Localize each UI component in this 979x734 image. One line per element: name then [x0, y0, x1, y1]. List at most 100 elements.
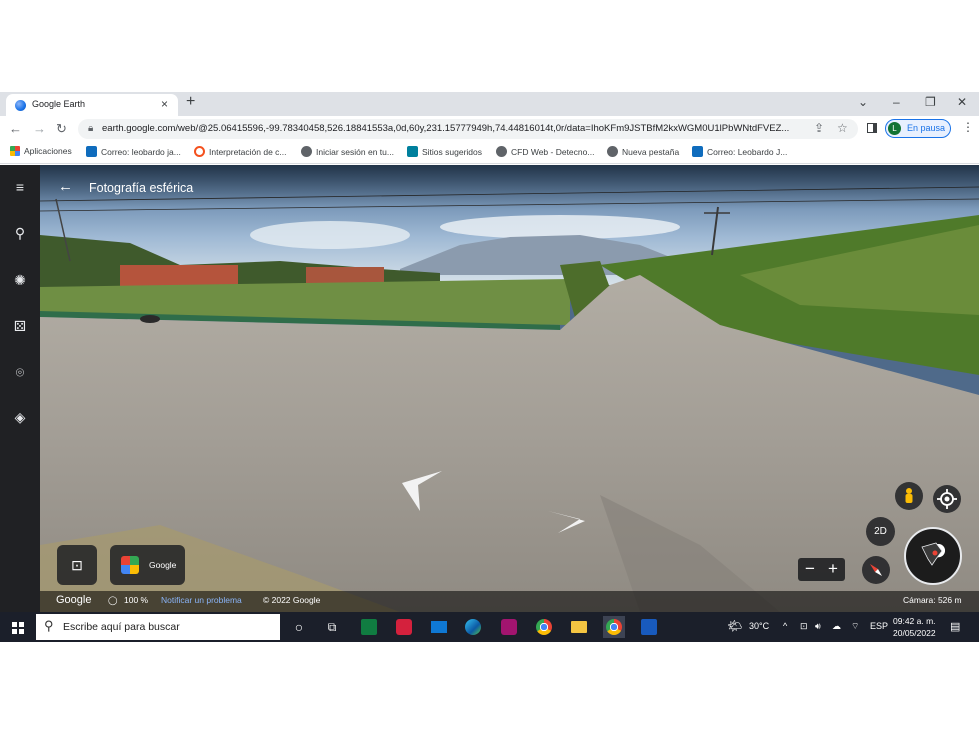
exit-photo-back-icon[interactable]: ← [58, 178, 73, 195]
tab-close-icon[interactable]: × [161, 97, 168, 111]
copyright-text: © 2022 Google [263, 595, 321, 605]
windows-start-icon[interactable] [12, 622, 24, 634]
tab-title: Google Earth [32, 99, 86, 109]
zoom-control: − + [798, 558, 845, 581]
file-explorer-icon[interactable] [568, 616, 590, 638]
chrome-active-icon[interactable] [603, 616, 625, 638]
capture-view-button[interactable]: ⊡ [57, 545, 97, 585]
more-menu-icon[interactable]: ⋮ [962, 120, 974, 134]
onedrive-icon[interactable]: ☁ [832, 621, 841, 632]
tab-google-earth[interactable]: Google Earth × [6, 94, 178, 116]
clock-time: 09:42 a. m. [893, 616, 936, 626]
google-logo: Google [56, 594, 92, 606]
map-style-icon[interactable]: ◈ [11, 408, 29, 426]
google-maps-card[interactable]: Google [110, 545, 185, 585]
cortana-icon[interactable]: ○ [288, 616, 310, 638]
mini-globe[interactable] [904, 527, 962, 585]
bookmarks-bar: Aplicaciones Correo: leobardo ja... Inte… [0, 142, 979, 164]
bookmark-nueva-pestana[interactable]: Nueva pestaña [607, 146, 679, 157]
pdf-app-icon[interactable] [393, 616, 415, 638]
search-icon[interactable]: ⚲ [11, 224, 29, 242]
bookmark-iniciar-sesion[interactable]: Iniciar sesión en tu... [301, 146, 394, 157]
google-maps-label: Google [149, 560, 177, 570]
windows-taskbar: ⚲ Escribe aquí para buscar ○ ⧉ 🌤︎ 30°C ^… [0, 612, 979, 642]
url-text[interactable]: earth.google.com/web/@25.06415596,-99.78… [102, 123, 792, 134]
apps-grid-icon [10, 146, 20, 156]
search-icon: ⚲ [44, 618, 54, 633]
minimize-icon[interactable]: – [893, 95, 900, 109]
feeling-lucky-icon[interactable]: ⚄ [11, 317, 29, 335]
google-earth-view: ≡ ⚲ ✺ ⚄ ⌾ ◈ ← Fotografía esférica ⊡ Goog… [0, 165, 979, 612]
side-panel-icon[interactable] [867, 123, 877, 133]
window-close-icon[interactable]: ✕ [957, 95, 967, 109]
projects-icon[interactable]: ⌾ [11, 363, 29, 381]
restore-icon[interactable]: ❐ [925, 95, 936, 109]
bookmark-cfd-web[interactable]: CFD Web - Detecno... [496, 146, 594, 157]
taskbar-search[interactable]: ⚲ Escribe aquí para buscar [36, 614, 280, 640]
weather-temperature[interactable]: 30°C [749, 621, 769, 631]
volume-icon[interactable]: 🔊︎ [815, 621, 821, 632]
bookmark-interpretacion[interactable]: Interpretación de c... [194, 146, 287, 157]
bookmark-correo-2[interactable]: Correo: Leobardo J... [692, 146, 787, 157]
my-location-icon [937, 489, 957, 509]
bing-icon [407, 146, 418, 157]
mail-icon[interactable] [428, 616, 450, 638]
progress-ring-icon: ◯ [108, 595, 118, 605]
input-language[interactable]: ESP [870, 621, 888, 631]
page-title: Fotografía esférica [89, 181, 194, 195]
tab-bar: Google Earth × + ⌄ – ❐ ✕ [0, 92, 979, 116]
toggle-2d-label: 2D [874, 526, 887, 537]
tab-search-chevron-icon[interactable]: ⌄ [858, 95, 868, 109]
globe-icon [607, 146, 618, 157]
bookmark-correo-1[interactable]: Correo: leobardo ja... [86, 146, 181, 157]
outlook-icon [86, 146, 97, 157]
tray-chevron-icon[interactable]: ^ [783, 621, 787, 631]
pegman-button[interactable] [895, 482, 923, 510]
reload-icon[interactable]: ↻ [56, 121, 67, 137]
profile-button[interactable]: L En pausa [885, 119, 951, 138]
ring-icon [194, 146, 205, 157]
back-icon[interactable]: ← [9, 121, 22, 136]
new-tab-icon[interactable]: + [186, 93, 195, 111]
forward-icon[interactable]: → [33, 121, 46, 136]
earth-sidebar: ≡ ⚲ ✺ ⚄ ⌾ ◈ [0, 165, 40, 612]
meet-now-icon[interactable]: ⊡ [800, 621, 808, 632]
camera-altitude: Cámara: 526 m [903, 595, 962, 605]
lock-icon[interactable]: 🔒︎ [88, 123, 93, 134]
weather-sun-icon[interactable]: 🌤︎ [727, 619, 742, 633]
avatar: L [888, 122, 901, 135]
zoom-percent: 100 % [124, 595, 149, 605]
outlook-icon [692, 146, 703, 157]
zoom-out-button[interactable]: − [799, 559, 821, 580]
share-icon[interactable]: ⇪ [814, 121, 824, 135]
pdf-app-2-icon[interactable] [498, 616, 520, 638]
globe-map-icon [921, 542, 943, 566]
bookmark-sitios-sugeridos[interactable]: Sitios sugeridos [407, 146, 482, 157]
chrome-icon[interactable] [533, 616, 555, 638]
google-earth-favicon-icon [15, 100, 26, 111]
excel-icon[interactable] [358, 616, 380, 638]
edge-icon[interactable] [462, 616, 484, 638]
browser-toolbar: ← → ↻ 🔒︎ earth.google.com/web/@25.064155… [0, 116, 979, 142]
capture-icon: ⊡ [71, 557, 83, 573]
compass-button[interactable] [862, 556, 890, 584]
bookmark-star-icon[interactable]: ☆ [837, 121, 848, 135]
word-icon[interactable] [638, 616, 660, 638]
voyager-icon[interactable]: ✺ [11, 271, 29, 289]
menu-icon[interactable]: ≡ [11, 178, 29, 196]
bookmark-aplicaciones[interactable]: Aplicaciones [10, 146, 72, 156]
pegman-icon [905, 488, 913, 503]
wifi-icon[interactable]: ⌔ [851, 621, 859, 632]
address-bar[interactable]: 🔒︎ earth.google.com/web/@25.06415596,-99… [78, 119, 858, 139]
task-view-icon[interactable]: ⧉ [321, 616, 343, 638]
notifications-icon[interactable]: ▤ [950, 620, 960, 633]
my-location-button[interactable] [933, 485, 961, 513]
report-problem-link[interactable]: Notificar un problema [161, 595, 242, 605]
taskbar-clock[interactable]: 09:42 a. m. 20/05/2022 [893, 615, 936, 639]
toggle-2d-button[interactable]: 2D [866, 517, 895, 546]
taskbar-search-placeholder: Escribe aquí para buscar [63, 621, 180, 633]
clock-date: 20/05/2022 [893, 628, 936, 638]
globe-icon [301, 146, 312, 157]
screen: Google Earth × + ⌄ – ❐ ✕ ← → ↻ 🔒︎ earth.… [0, 92, 979, 642]
zoom-in-button[interactable]: + [822, 559, 844, 580]
